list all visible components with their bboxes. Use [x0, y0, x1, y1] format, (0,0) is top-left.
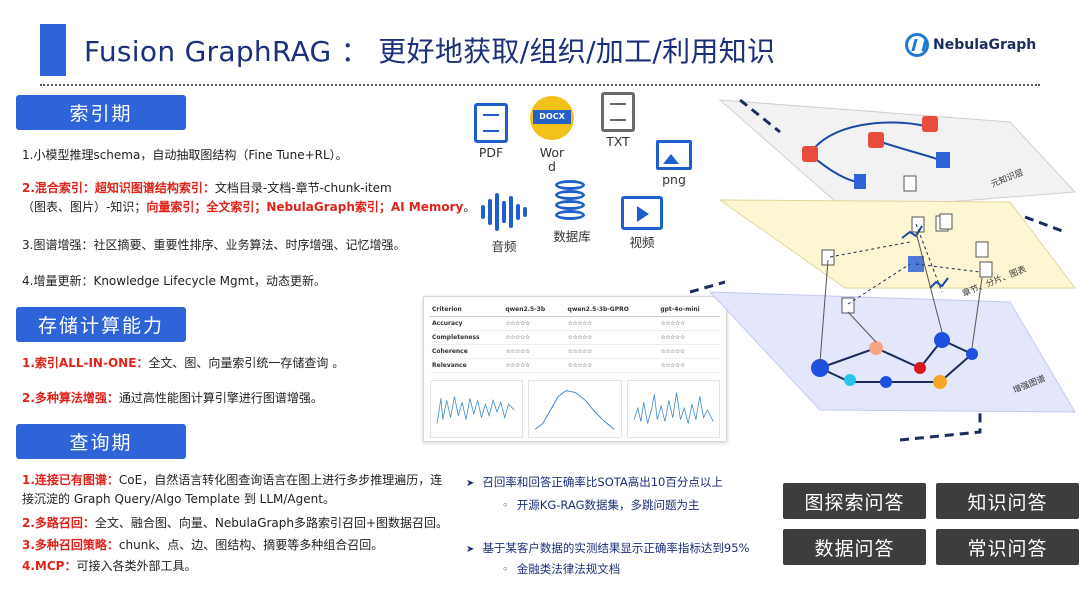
txt-icon [601, 92, 635, 132]
mini-chart-2 [528, 380, 622, 438]
video-file: 视频 [617, 196, 667, 251]
storage-item-1: 1.索引ALL-IN-ONE：全文、图、向量索引统一存储查询 。 [22, 356, 345, 370]
graph-node [869, 341, 883, 355]
query-item-2: 2.多路召回：全文、融合图、向量、NebulaGraph多路索引召回+图数据召回… [22, 516, 449, 530]
query-item-4: 4.MCP：可接入各类外部工具。 [22, 559, 197, 573]
database-icon [555, 180, 589, 220]
top-node-doc-2 [903, 175, 917, 192]
nebulagraph-logo: NebulaGraph [905, 33, 1036, 57]
audio-wave-icon [478, 190, 530, 234]
result-bullet-2: 基于某客户数据的实测结果显示正确率指标达到95% [466, 540, 749, 556]
meta-knowledge-layer-plane [718, 99, 1077, 211]
index-item-3: 3.图谱增强：社区摘要、重要性排序、业务算法、时序增强、记忆增强。 [22, 238, 406, 252]
table-row: Accuracy ☆☆☆☆☆ ☆☆☆☆☆ ☆☆☆☆☆ [430, 316, 720, 331]
index-item-2: 2.混合索引：超知识图谱结构索引：文档目录-文档-章节-chunk-item （… [22, 181, 476, 214]
result-sub-bullet-1: 开源KG-RAG数据集，多跳问题为主 [502, 497, 700, 513]
table-row: Coherence ☆☆☆☆☆ ☆☆☆☆☆ ☆☆☆☆☆ [430, 344, 720, 359]
index-item-1: 1.小模型推理schema，自动抽取图结构（Fine Tune+RL）。 [22, 148, 348, 162]
table-header: qwen2.5-3b [503, 303, 566, 317]
training-curves [430, 380, 720, 438]
mini-chart-1 [430, 380, 524, 438]
section-storage-title: 存储计算能力 [16, 307, 186, 342]
graph-node [914, 362, 926, 374]
top-node-red-3 [922, 116, 938, 132]
evaluation-criteria-table: Criterion qwen2.5-3b qwen2.5-3b-GPRO gpt… [430, 303, 720, 373]
section-query-title: 查询期 [16, 424, 186, 459]
top-node-red-2 [868, 132, 884, 148]
graph-exploration-qa-button[interactable]: 图探索问答 [783, 483, 926, 519]
pdf-icon [474, 103, 508, 143]
pdf-file: PDF [469, 103, 513, 160]
table-header: qwen2.5-3b-GPRO [565, 303, 659, 317]
table-row: Relevance ☆☆☆☆☆ ☆☆☆☆☆ ☆☆☆☆☆ [430, 358, 720, 373]
docx-icon: DOCX [530, 96, 574, 140]
graph-node [880, 376, 892, 388]
logo-text: NebulaGraph [933, 37, 1037, 53]
knowledge-qa-button[interactable]: 知识问答 [936, 483, 1079, 519]
top-node-stack [936, 152, 950, 168]
graph-node [844, 374, 856, 386]
result-sub-bullet-2: 金融类法律法规文档 [502, 561, 621, 577]
txt-file: TXT [598, 92, 638, 149]
word-file: DOCX Wor d [528, 96, 576, 174]
database-file: 数据库 [548, 180, 596, 245]
title-accent-bar [40, 24, 66, 76]
top-node-doc-1 [854, 174, 866, 189]
video-icon [621, 196, 663, 230]
graph-node [933, 375, 947, 389]
index-item-4: 4.增量更新：Knowledge Lifecycle Mgmt，动态更新。 [22, 274, 327, 288]
page-title: Fusion GraphRAG ： 更好地获取/组织/加工/利用知识 [84, 35, 776, 68]
graph-node [966, 348, 978, 360]
title-divider [40, 84, 1040, 86]
query-item-3: 3.多种召回策略：chunk、点、边、图结构、摘要等多种组合召回。 [22, 538, 384, 552]
common-sense-qa-button[interactable]: 常识问答 [936, 529, 1079, 565]
section-index-title: 索引期 [16, 95, 186, 130]
result-bullet-1: 召回率和回答正确率比SOTA高出10百分点以上 [466, 474, 722, 490]
storage-item-2: 2.多种算法增强：通过高性能图计算引擎进行图谱增强。 [22, 391, 323, 405]
table-header: Criterion [430, 303, 504, 317]
nebulagraph-logo-icon [905, 33, 929, 57]
graph-node [934, 332, 950, 348]
audio-file: 音频 [478, 190, 530, 255]
data-qa-button[interactable]: 数据问答 [783, 529, 926, 565]
query-item-1: 1.连接已有图谱：CoE，自然语言转化图查询语言在图上进行多步推理遍历，连 接沉… [22, 473, 443, 506]
top-node-red-1 [802, 146, 818, 162]
table-row: Completeness ☆☆☆☆☆ ☆☆☆☆☆ ☆☆☆☆☆ [430, 330, 720, 345]
